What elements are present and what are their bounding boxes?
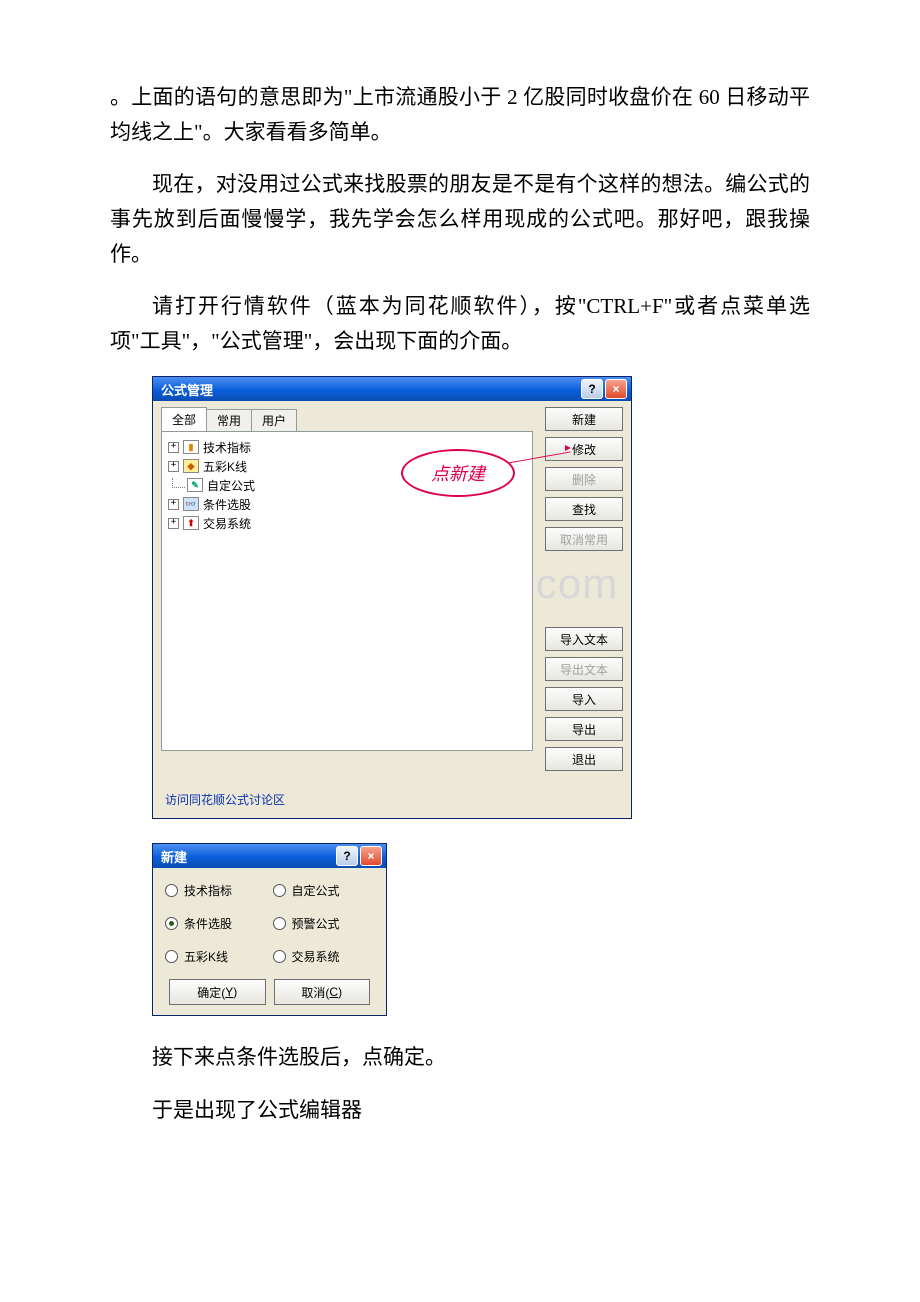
tree-label: 交易系统 bbox=[203, 515, 251, 532]
radio-label: 条件选股 bbox=[184, 915, 232, 932]
ok-key: Y bbox=[225, 985, 233, 999]
cancel-button[interactable]: 取消(C) bbox=[274, 979, 371, 1005]
ok-button[interactable]: 确定(Y) bbox=[169, 979, 266, 1005]
exit-button[interactable]: 退出 bbox=[545, 747, 623, 771]
paragraph-5: 于是出现了公式编辑器 bbox=[110, 1093, 810, 1128]
tree-label: 自定公式 bbox=[207, 477, 255, 494]
radio-icon bbox=[273, 917, 286, 930]
dialog-titlebar[interactable]: 新建 ? × bbox=[153, 844, 386, 868]
formula-manager-dialog: 公式管理 ? × 全部 常用 用户 + ▮ 技术指标 bbox=[152, 376, 632, 819]
paragraph-1: 。上面的语句的意思即为"上市流通股小于 2 亿股同时收盘价在 60 日移动平均线… bbox=[110, 80, 810, 149]
export-button[interactable]: 导出 bbox=[545, 717, 623, 741]
radio-custom[interactable]: 自定公式 bbox=[273, 882, 375, 899]
new-dialog: 新建 ? × 技术指标 自定公式 条件选股 预警 bbox=[152, 843, 387, 1016]
plus-icon[interactable]: + bbox=[168, 461, 179, 472]
delete-button[interactable]: 删除 bbox=[545, 467, 623, 491]
tree-label: 条件选股 bbox=[203, 496, 251, 513]
binoculars-icon: 👓 bbox=[183, 497, 199, 511]
cancel-suffix: ) bbox=[338, 985, 342, 999]
radio-label: 技术指标 bbox=[184, 882, 232, 899]
radio-label: 交易系统 bbox=[292, 948, 340, 965]
radio-technical[interactable]: 技术指标 bbox=[165, 882, 267, 899]
discussion-link[interactable]: 访问同花顺公式讨论区 bbox=[153, 785, 631, 818]
paragraph-2: 现在，对没用过公式来找股票的朋友是不是有个这样的想法。编公式的事先放到后面慢慢学… bbox=[110, 167, 810, 271]
radio-icon bbox=[273, 950, 286, 963]
radio-label: 五彩K线 bbox=[184, 948, 228, 965]
formula-tree[interactable]: + ▮ 技术指标 + ◆ 五彩K线 ✎ 自定公式 bbox=[161, 431, 533, 751]
chart-icon: ▮ bbox=[183, 440, 199, 454]
radio-alert[interactable]: 预警公式 bbox=[273, 915, 375, 932]
radio-label: 自定公式 bbox=[292, 882, 340, 899]
plus-icon[interactable]: + bbox=[168, 499, 179, 510]
radio-icon bbox=[165, 917, 178, 930]
tab-common[interactable]: 常用 bbox=[206, 409, 252, 433]
radio-color-k[interactable]: 五彩K线 bbox=[165, 948, 267, 965]
ok-text: 确定( bbox=[197, 984, 225, 1001]
tab-strip: 全部 常用 用户 bbox=[161, 407, 533, 431]
plus-icon[interactable]: + bbox=[168, 518, 179, 529]
radio-icon bbox=[165, 884, 178, 897]
ok-suffix: ) bbox=[233, 985, 237, 999]
tree-label: 五彩K线 bbox=[203, 458, 247, 475]
paragraph-4: 接下来点条件选股后，点确定。 bbox=[110, 1040, 810, 1075]
import-text-button[interactable]: 导入文本 bbox=[545, 627, 623, 651]
modify-button[interactable]: 修改 bbox=[545, 437, 623, 461]
radio-trade[interactable]: 交易系统 bbox=[273, 948, 375, 965]
kline-icon: ◆ bbox=[183, 459, 199, 473]
tab-user[interactable]: 用户 bbox=[251, 409, 297, 433]
tree-item-custom[interactable]: ✎ 自定公式 bbox=[166, 476, 528, 494]
tree-item-trade[interactable]: + ⬆ 交易系统 bbox=[166, 514, 528, 532]
new-button[interactable]: 新建 bbox=[545, 407, 623, 431]
radio-condition[interactable]: 条件选股 bbox=[165, 915, 267, 932]
help-icon[interactable]: ? bbox=[336, 846, 358, 866]
dialog-title: 公式管理 bbox=[161, 380, 579, 399]
export-text-button[interactable]: 导出文本 bbox=[545, 657, 623, 681]
remove-common-button[interactable]: 取消常用 bbox=[545, 527, 623, 551]
help-icon[interactable]: ? bbox=[581, 379, 603, 399]
up-arrow-icon: ⬆ bbox=[183, 516, 199, 530]
import-button[interactable]: 导入 bbox=[545, 687, 623, 711]
tree-label: 技术指标 bbox=[203, 439, 251, 456]
cancel-key: C bbox=[329, 985, 338, 999]
tree-item-technical[interactable]: + ▮ 技术指标 bbox=[166, 438, 528, 456]
close-icon[interactable]: × bbox=[360, 846, 382, 866]
radio-icon bbox=[165, 950, 178, 963]
tab-all[interactable]: 全部 bbox=[161, 407, 207, 431]
radio-label: 预警公式 bbox=[292, 915, 340, 932]
paragraph-3: 请打开行情软件（蓝本为同花顺软件），按"CTRL+F"或者点菜单选项"工具"，"… bbox=[110, 289, 810, 358]
radio-icon bbox=[273, 884, 286, 897]
dialog-titlebar[interactable]: 公式管理 ? × bbox=[153, 377, 631, 401]
tree-branch-icon bbox=[172, 478, 185, 488]
close-icon[interactable]: × bbox=[605, 379, 627, 399]
plus-icon[interactable]: + bbox=[168, 442, 179, 453]
tree-item-color-k[interactable]: + ◆ 五彩K线 bbox=[166, 457, 528, 475]
cancel-text: 取消( bbox=[301, 984, 329, 1001]
edit-icon: ✎ bbox=[187, 478, 203, 492]
tree-item-condition[interactable]: + 👓 条件选股 bbox=[166, 495, 528, 513]
dialog-title: 新建 bbox=[161, 847, 334, 866]
find-button[interactable]: 查找 bbox=[545, 497, 623, 521]
